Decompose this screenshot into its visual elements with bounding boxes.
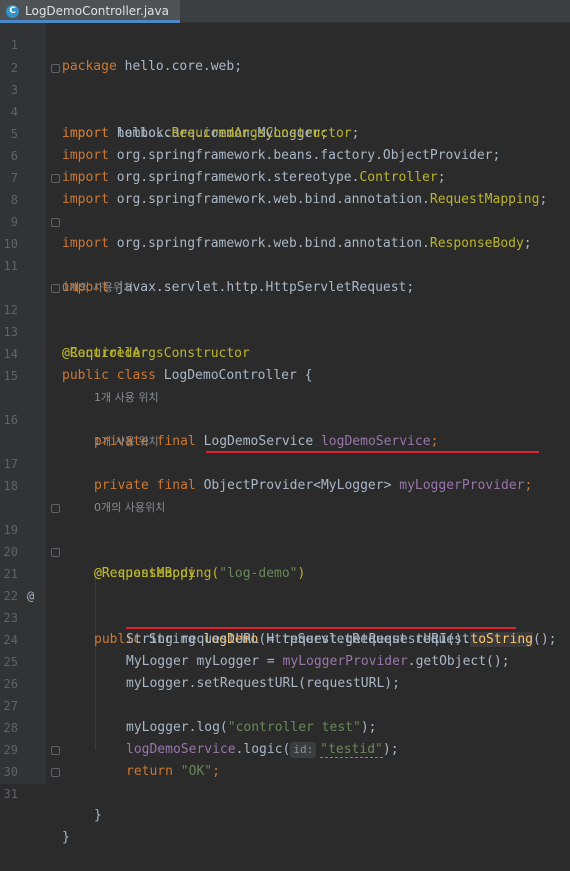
code-line-17: 17 private final ObjectProvider<MyLogger…	[0, 431, 570, 493]
code-line-26: 26	[0, 651, 570, 691]
active-tab-indicator	[0, 20, 180, 23]
code-line-3: 3 import hello.core.common.MyLogger;	[0, 57, 570, 141]
fold-marker-icon[interactable]	[51, 218, 60, 227]
code-token: }	[94, 808, 102, 823]
editor-tab-bar-overlay: C LogDemoController.java	[0, 0, 570, 23]
fold-marker-icon[interactable]	[51, 64, 60, 73]
code-line-31: 31 }	[0, 761, 570, 845]
fold-marker-icon[interactable]	[51, 174, 60, 183]
code-line-14: 14 public class LogDemoController {	[0, 321, 570, 383]
code-line-24: 24 MyLogger myLogger = myLoggerProvider.…	[0, 607, 570, 669]
code-line-30: 30 }	[0, 739, 570, 823]
code-token: }	[62, 830, 70, 845]
code-line-10: 10 import javax.servlet.http.HttpServlet…	[0, 211, 570, 295]
code-line-6: 6 import org.springframework.stereotype.…	[0, 123, 570, 185]
code-line-29: 29 return "OK";	[0, 717, 570, 779]
code-line-4: 4 import lombok.RequiredArgsConstructor;	[0, 79, 570, 141]
usage-hint-line: 1개 사용 위치	[0, 365, 570, 404]
code-line-13: 13 @RequiredArgsConstructor	[0, 299, 570, 361]
usage-hint-line: 0개의 사용위치	[0, 255, 570, 294]
code-line-7: 7 import org.springframework.web.bind.an…	[0, 145, 570, 207]
line-number: 31	[3, 787, 18, 801]
usage-hint-line: 1개 사용 위치	[0, 409, 570, 448]
fold-marker-icon[interactable]	[51, 284, 60, 293]
code-line-20: 20 @ResponseBody	[0, 519, 570, 581]
code-line-22: 22	[0, 563, 570, 603]
tab-title: LogDemoController.java	[25, 4, 169, 18]
code-line-16: 16 private final LogDemoService logDemoS…	[0, 387, 570, 449]
code-line-8: 8 import org.springframework.web.bind.an…	[0, 167, 570, 251]
code-line-27: 27 myLogger.log("controller test");	[0, 673, 570, 735]
code-line-21: 21 @ public String logDemo(HttpServletRe…	[0, 541, 570, 647]
code-line-28: 28 logDemoService.logic(id: "testid");	[0, 695, 570, 758]
code-line-23: 23 String requestURL = request.getReques…	[0, 585, 570, 647]
code-line-15: 15	[0, 343, 570, 383]
code-editor[interactable]: C LogDemoController.java 1 package hello…	[0, 0, 570, 845]
code-line-25: 25 myLogger.setRequestURL(requestURL);	[0, 629, 570, 691]
fold-marker-icon[interactable]	[51, 548, 60, 557]
usage-hint-line: 0개의 사용위치	[0, 475, 570, 514]
code-line-18: 18	[0, 453, 570, 493]
code-line-19: 19 @RequestMapping("log-demo")	[0, 497, 570, 581]
fold-marker-icon[interactable]	[51, 504, 60, 513]
code-line-2: 2	[0, 35, 570, 75]
fold-marker-icon[interactable]	[51, 768, 60, 777]
code-line-12: 12 @Controller	[0, 277, 570, 361]
tab-logdemocontroller-active[interactable]: C LogDemoController.java	[0, 0, 180, 23]
fold-marker-icon[interactable]	[51, 746, 60, 755]
code-line-9: 9	[0, 189, 570, 229]
code-line-11: 11	[0, 233, 570, 273]
java-class-icon: C	[6, 4, 19, 18]
code-line-5: 5 import org.springframework.beans.facto…	[0, 101, 570, 163]
